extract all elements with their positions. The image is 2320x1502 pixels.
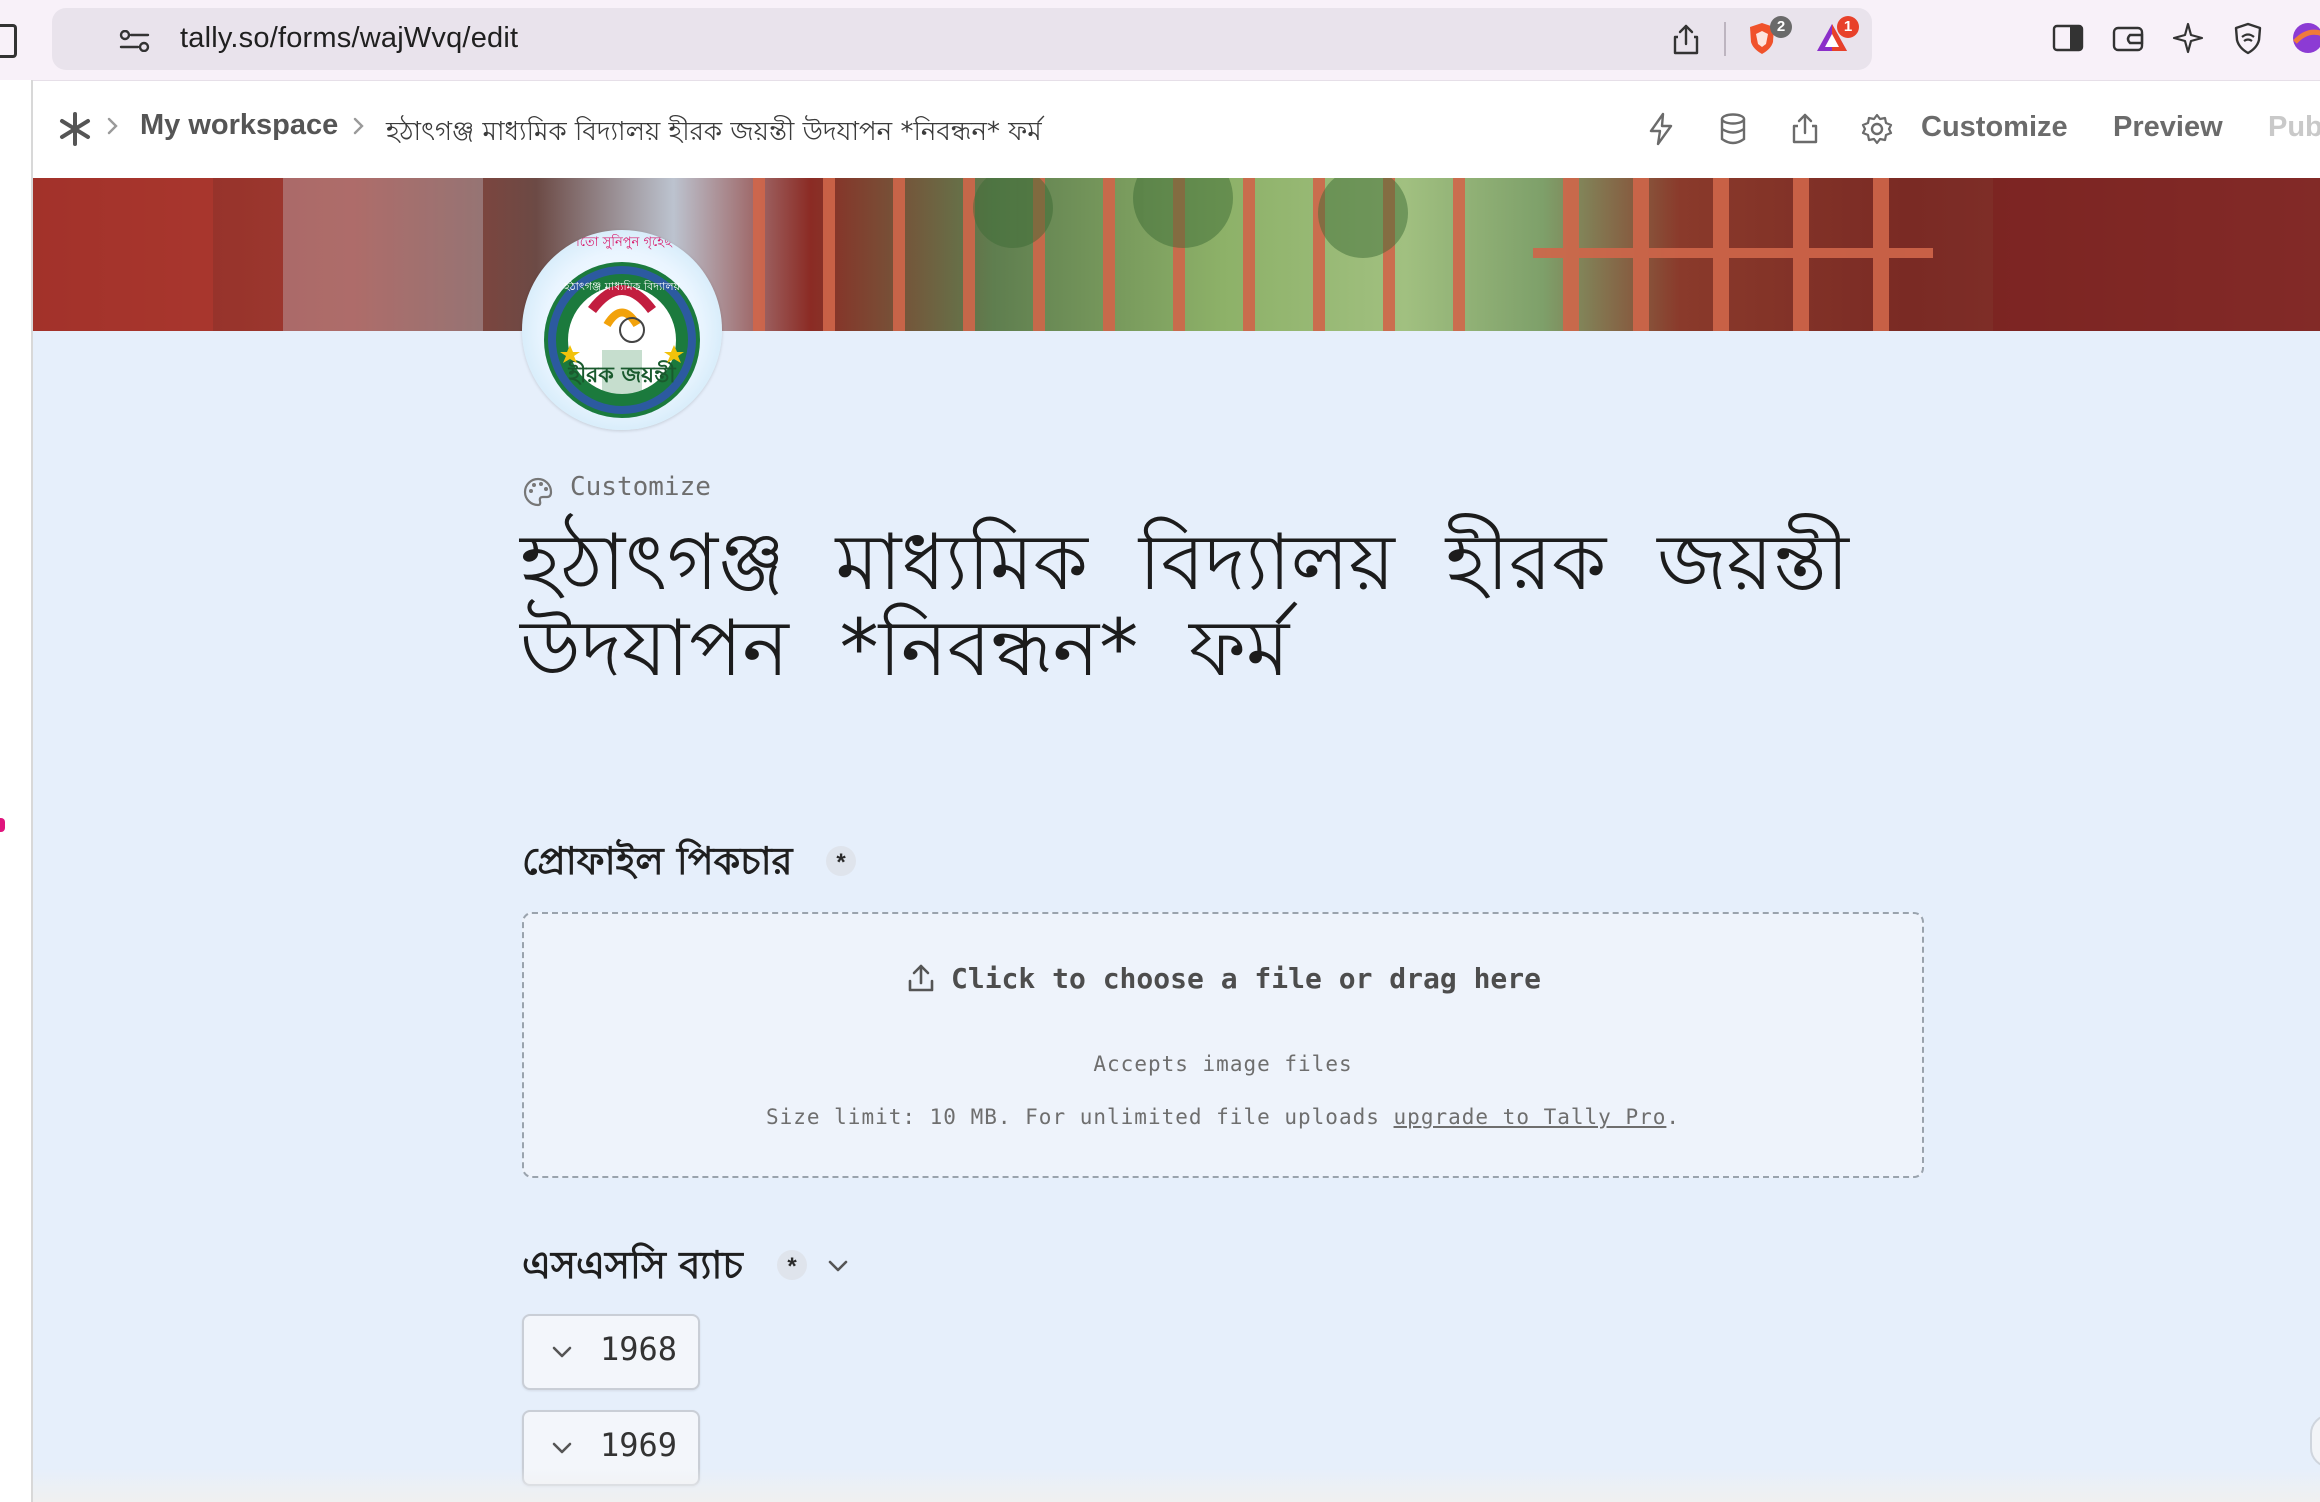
size-limit-label: Size limit: 10 MB. For unlimited file up…	[765, 1105, 1394, 1129]
tab-strip-edge[interactable]	[0, 24, 17, 58]
form-cover-image[interactable]	[33, 178, 2320, 331]
size-limit-period: .	[1666, 1105, 1681, 1129]
question-label-ssc-batch[interactable]: এসএসসি ব্যাচ	[522, 1236, 743, 1300]
wallet-icon[interactable]	[2110, 20, 2146, 56]
question-label-profile-picture[interactable]: প্রোফাইল পিকচার	[522, 832, 793, 896]
question-collapse-chevron-icon[interactable]	[825, 1256, 851, 1276]
window-bottom-edge	[33, 1468, 2320, 1502]
breadcrumb-chevron-icon	[107, 117, 118, 135]
breadcrumb-chevron-icon	[353, 117, 364, 135]
form-logo[interactable]: হীরক জয়ন্তী শতো সুনিপুন গৃহেছ হঠাৎগঞ্জ …	[522, 230, 722, 430]
breadcrumb-form-title[interactable]: হঠাৎগঞ্জ মাধ্যমিক বিদ্যালয় হীরক জয়ন্তী…	[386, 111, 1042, 155]
file-upload-dropzone[interactable]: Click to choose a file or drag here Acce…	[522, 912, 1924, 1178]
chevron-down-icon	[552, 1346, 572, 1358]
breadcrumb-workspace[interactable]: My workspace	[140, 109, 338, 142]
preview-button[interactable]: Preview	[2113, 111, 2223, 144]
customize-link-label: Customize	[570, 472, 711, 502]
publish-button[interactable]: Pub	[2268, 111, 2320, 144]
upload-prompt-text: Click to choose a file or drag here	[950, 962, 1541, 995]
sidebar-toggle-icon[interactable]	[2050, 20, 2086, 56]
left-edge-panel	[0, 80, 33, 1502]
ai-assistant-icon[interactable]	[2170, 20, 2206, 56]
settings-gear-icon[interactable]	[1859, 111, 1895, 147]
url-text[interactable]: tally.so/forms/wajWvq/edit	[180, 22, 518, 55]
batch-option-label: 1968	[600, 1330, 678, 1368]
cover-photo-gate	[33, 178, 2320, 331]
edge-indicator	[0, 818, 5, 832]
required-mark: *	[777, 1250, 807, 1280]
batch-option[interactable]: 1968	[522, 1314, 700, 1390]
accepts-text: Accepts image files	[1093, 1052, 1353, 1076]
customize-button[interactable]: Customize	[1921, 111, 2068, 144]
submissions-database-icon[interactable]	[1715, 111, 1751, 147]
shields-count-badge: 2	[1770, 16, 1792, 38]
emblem-ribbon-text: শতো সুনিপুন গৃহেছ	[571, 234, 673, 250]
share-icon[interactable]	[1787, 111, 1823, 147]
browser-profile-icon[interactable]	[2290, 20, 2320, 56]
form-title[interactable]: হঠাৎগঞ্জ মাধ্যমিক বিদ্যালয় হীরক জয়ন্তী…	[520, 520, 1920, 692]
app-topbar: My workspace হঠাৎগঞ্জ মাধ্যমিক বিদ্যালয়…	[33, 81, 2320, 177]
size-limit-text: Size limit: 10 MB. For unlimited file up…	[524, 1105, 1922, 1129]
upload-prompt[interactable]: Click to choose a file or drag here	[524, 962, 1922, 995]
upload-icon	[908, 964, 934, 992]
chevron-down-icon	[552, 1442, 572, 1454]
palette-icon	[523, 477, 553, 507]
diamond-jubilee-emblem: হীরক জয়ন্তী শতো সুনিপুন গৃহেছ হঠাৎগঞ্জ …	[544, 234, 700, 418]
site-settings-icon[interactable]	[118, 30, 152, 52]
upgrade-link[interactable]: upgrade to Tally Pro	[1394, 1105, 1667, 1129]
address-bar[interactable]: tally.so/forms/wajWvq/edit	[52, 8, 1872, 70]
toolbar-divider	[1724, 22, 1726, 56]
emblem-main-text: হীরক জয়ন্তী	[567, 360, 676, 388]
required-mark: *	[826, 846, 856, 876]
share-page-icon[interactable]	[1668, 22, 1704, 58]
batch-option-label: 1969	[600, 1426, 678, 1464]
vpn-shield-icon[interactable]	[2230, 20, 2266, 56]
emblem-school-text: হঠাৎগঞ্জ মাধ্যমিক বিদ্যালয়	[563, 280, 681, 293]
tally-logo-icon[interactable]	[57, 111, 93, 147]
integrations-icon[interactable]	[1643, 111, 1679, 147]
rewards-count-badge: 1	[1837, 16, 1859, 38]
browser-toolbar: tally.so/forms/wajWvq/edit 2 1	[0, 0, 2320, 81]
